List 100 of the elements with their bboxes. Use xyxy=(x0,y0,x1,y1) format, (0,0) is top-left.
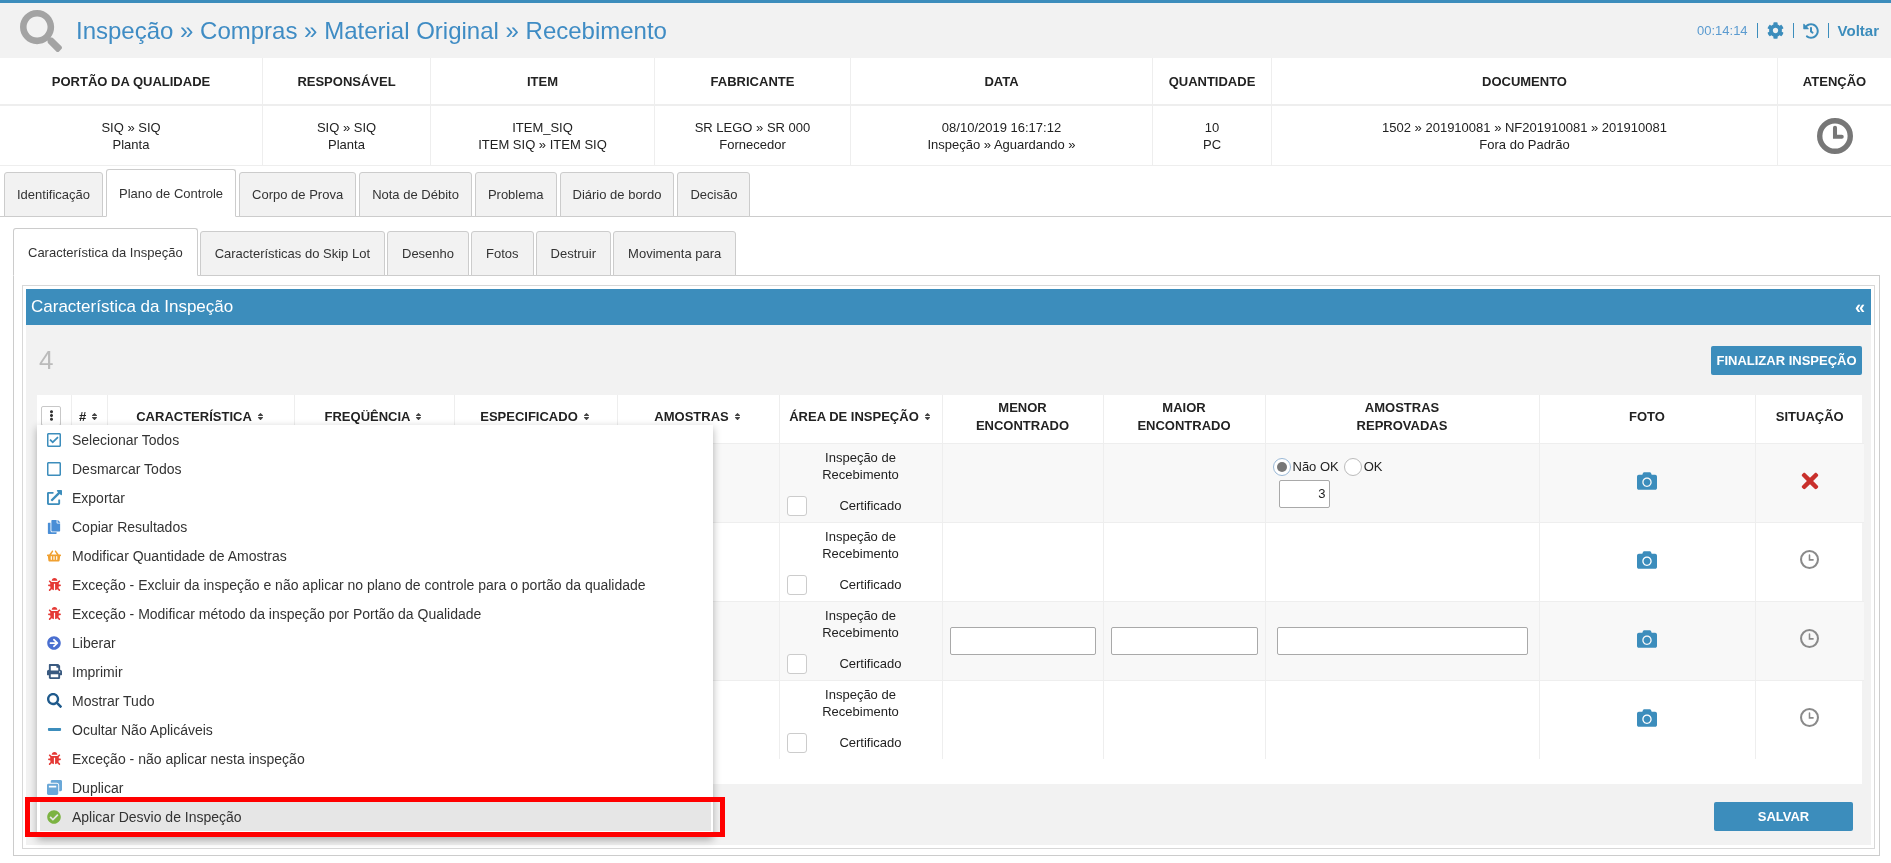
rejected-count-field[interactable]: 3 xyxy=(1278,479,1330,508)
tab[interactable]: Corpo de Prova xyxy=(239,172,357,217)
column-header[interactable]: AMOSTRAS xyxy=(654,408,729,424)
certificate-label: Certificado xyxy=(838,577,903,592)
certificate-label: Certificado xyxy=(838,498,903,513)
menu-item[interactable]: Exceção - Excluir da inspeção e não aplicar no plano de controle para o portão da qualidade xyxy=(40,570,711,599)
sort-icon[interactable] xyxy=(90,412,100,421)
save-button[interactable]: SALVAR xyxy=(1714,802,1853,831)
sub-tab[interactable]: Característica da Inspeção xyxy=(13,228,198,276)
menu-item[interactable]: Exceção - Modificar método da inspeção por Portão da Qualidade xyxy=(40,599,711,628)
tab[interactable]: Plano de Controle xyxy=(106,169,237,217)
column-header: MAIOR ENCONTRADO xyxy=(1137,399,1231,433)
rejected-samples-field[interactable] xyxy=(1276,626,1528,655)
sort-icon[interactable] xyxy=(255,412,265,421)
column-header: FOTO xyxy=(1629,408,1665,424)
summary-heading: RESPONSÁVEL xyxy=(297,73,396,89)
area-text: Inspeção de Recebimento xyxy=(821,448,900,483)
summary-value: Fora do Padrão xyxy=(1479,135,1570,153)
bug-icon xyxy=(47,752,61,765)
sort-icon[interactable] xyxy=(732,412,742,421)
sub-tab[interactable]: Destruir xyxy=(535,231,612,276)
summary-heading: PORTÃO DA QUALIDADE xyxy=(51,73,211,89)
menu-item[interactable]: Duplicar xyxy=(40,773,711,802)
camera-icon[interactable] xyxy=(1637,549,1657,570)
min-found-field[interactable] xyxy=(949,626,1096,655)
panel-title: Característica da Inspeção xyxy=(31,297,234,317)
summary-heading: QUANTIDADE xyxy=(1168,73,1256,89)
menu-item[interactable]: Copiar Resultados xyxy=(40,512,711,541)
sub-tab[interactable]: Movimenta para xyxy=(613,231,737,276)
radio-button[interactable] xyxy=(1272,457,1291,476)
certificate-checkbox[interactable] xyxy=(786,732,807,753)
tab[interactable]: Decisão xyxy=(677,172,751,217)
column-header[interactable]: ESPECIFICADO xyxy=(480,408,578,424)
summary-value: SIQ » SIQ xyxy=(101,118,161,136)
certificate-label: Certificado xyxy=(838,735,903,751)
sub-tab[interactable]: Desenho xyxy=(387,231,470,276)
area-text: Inspeção de Recebimento xyxy=(821,606,900,641)
session-timer: 00:14:14 xyxy=(1697,23,1748,38)
menu-item[interactable]: Liberar xyxy=(40,628,711,657)
column-header: AMOSTRAS REPROVADAS xyxy=(1356,399,1448,433)
camera-icon[interactable] xyxy=(1637,628,1657,649)
summary-heading: DATA xyxy=(984,73,1019,89)
max-found-field[interactable] xyxy=(1110,626,1258,655)
menu-item[interactable]: Imprimir xyxy=(40,657,711,686)
search-icon xyxy=(46,693,62,708)
windows-icon xyxy=(46,780,62,795)
summary-value: 08/10/2019 16:17:12 xyxy=(941,118,1062,136)
radio-label: OK xyxy=(1363,459,1383,474)
menu-item[interactable]: Exportar xyxy=(40,483,711,512)
collapse-button[interactable]: « xyxy=(1855,296,1865,318)
printer-icon xyxy=(46,664,62,679)
menu-item[interactable]: Aplicar Desvio de Inspeção xyxy=(40,802,711,831)
column-menu-button[interactable] xyxy=(41,405,61,426)
column-header: MENOR ENCONTRADO xyxy=(975,399,1070,433)
column-header[interactable]: CARACTERÍSTICA xyxy=(136,408,252,424)
basket-icon xyxy=(47,548,61,563)
radio-button[interactable] xyxy=(1343,457,1362,476)
summary-heading: FABRICANTE xyxy=(710,73,795,89)
summary-value: SR LEGO » SR 000 xyxy=(694,118,811,136)
search-icon xyxy=(20,9,62,52)
sort-icon[interactable] xyxy=(922,412,932,421)
column-header[interactable]: FREQÜÊNCIA xyxy=(324,408,411,424)
column-header[interactable]: # xyxy=(78,408,87,424)
certificate-checkbox[interactable] xyxy=(786,574,807,595)
tab[interactable]: Identificação xyxy=(4,172,103,217)
menu-item[interactable]: Ocultar Não Aplicáveis xyxy=(40,715,711,744)
finish-inspection-button[interactable]: FINALIZAR INSPEÇÃO xyxy=(1711,345,1862,375)
tab[interactable]: Problema xyxy=(474,172,557,217)
summary-value: Planta xyxy=(112,135,150,153)
certificate-label: Certificado xyxy=(838,656,903,671)
sort-icon[interactable] xyxy=(414,412,424,421)
sub-tab[interactable]: Características do Skip Lot xyxy=(199,231,385,276)
column-header: SITUAÇÃO xyxy=(1775,408,1844,424)
summary-value: 1502 » 201910081 » NF201910081 » 201910081 xyxy=(1382,118,1667,136)
camera-icon[interactable] xyxy=(1637,470,1657,491)
breadcrumb-title: Inspeção » Compras » Material Original » Recebimento xyxy=(76,16,667,45)
summary-value: ITEM SIQ » ITEM SIQ xyxy=(478,135,607,153)
tab[interactable]: Diário de bordo xyxy=(559,172,675,217)
summary-value: Planta xyxy=(328,135,365,153)
sort-icon[interactable] xyxy=(581,412,591,421)
bug-icon xyxy=(47,578,61,591)
menu-item[interactable]: Exceção - não aplicar nesta inspeção xyxy=(40,744,711,773)
certificate-checkbox[interactable] xyxy=(786,495,807,516)
menu-item[interactable]: Modificar Quantidade de Amostras xyxy=(40,541,711,570)
summary-value: Fornecedor xyxy=(719,135,786,153)
tab[interactable]: Nota de Débito xyxy=(359,172,472,217)
checked-box-icon xyxy=(46,431,62,448)
menu-item[interactable]: Desmarcar Todos xyxy=(40,454,711,483)
camera-icon[interactable] xyxy=(1637,707,1657,728)
summary-value: PC xyxy=(1202,135,1222,153)
settings-icon[interactable] xyxy=(1766,22,1784,39)
area-text: Inspeção de Recebimento xyxy=(821,685,900,720)
menu-item[interactable]: Selecionar Todos xyxy=(40,425,711,454)
summary-value: SIQ » SIQ xyxy=(316,118,377,136)
sub-tab[interactable]: Fotos xyxy=(471,231,534,276)
history-icon[interactable] xyxy=(1802,22,1819,39)
certificate-checkbox[interactable] xyxy=(786,653,807,674)
column-header[interactable]: ÁREA DE INSPEÇÃO xyxy=(789,408,919,424)
summary-heading: DOCUMENTO xyxy=(1482,73,1567,89)
menu-item[interactable]: Mostrar Tudo xyxy=(40,686,711,715)
